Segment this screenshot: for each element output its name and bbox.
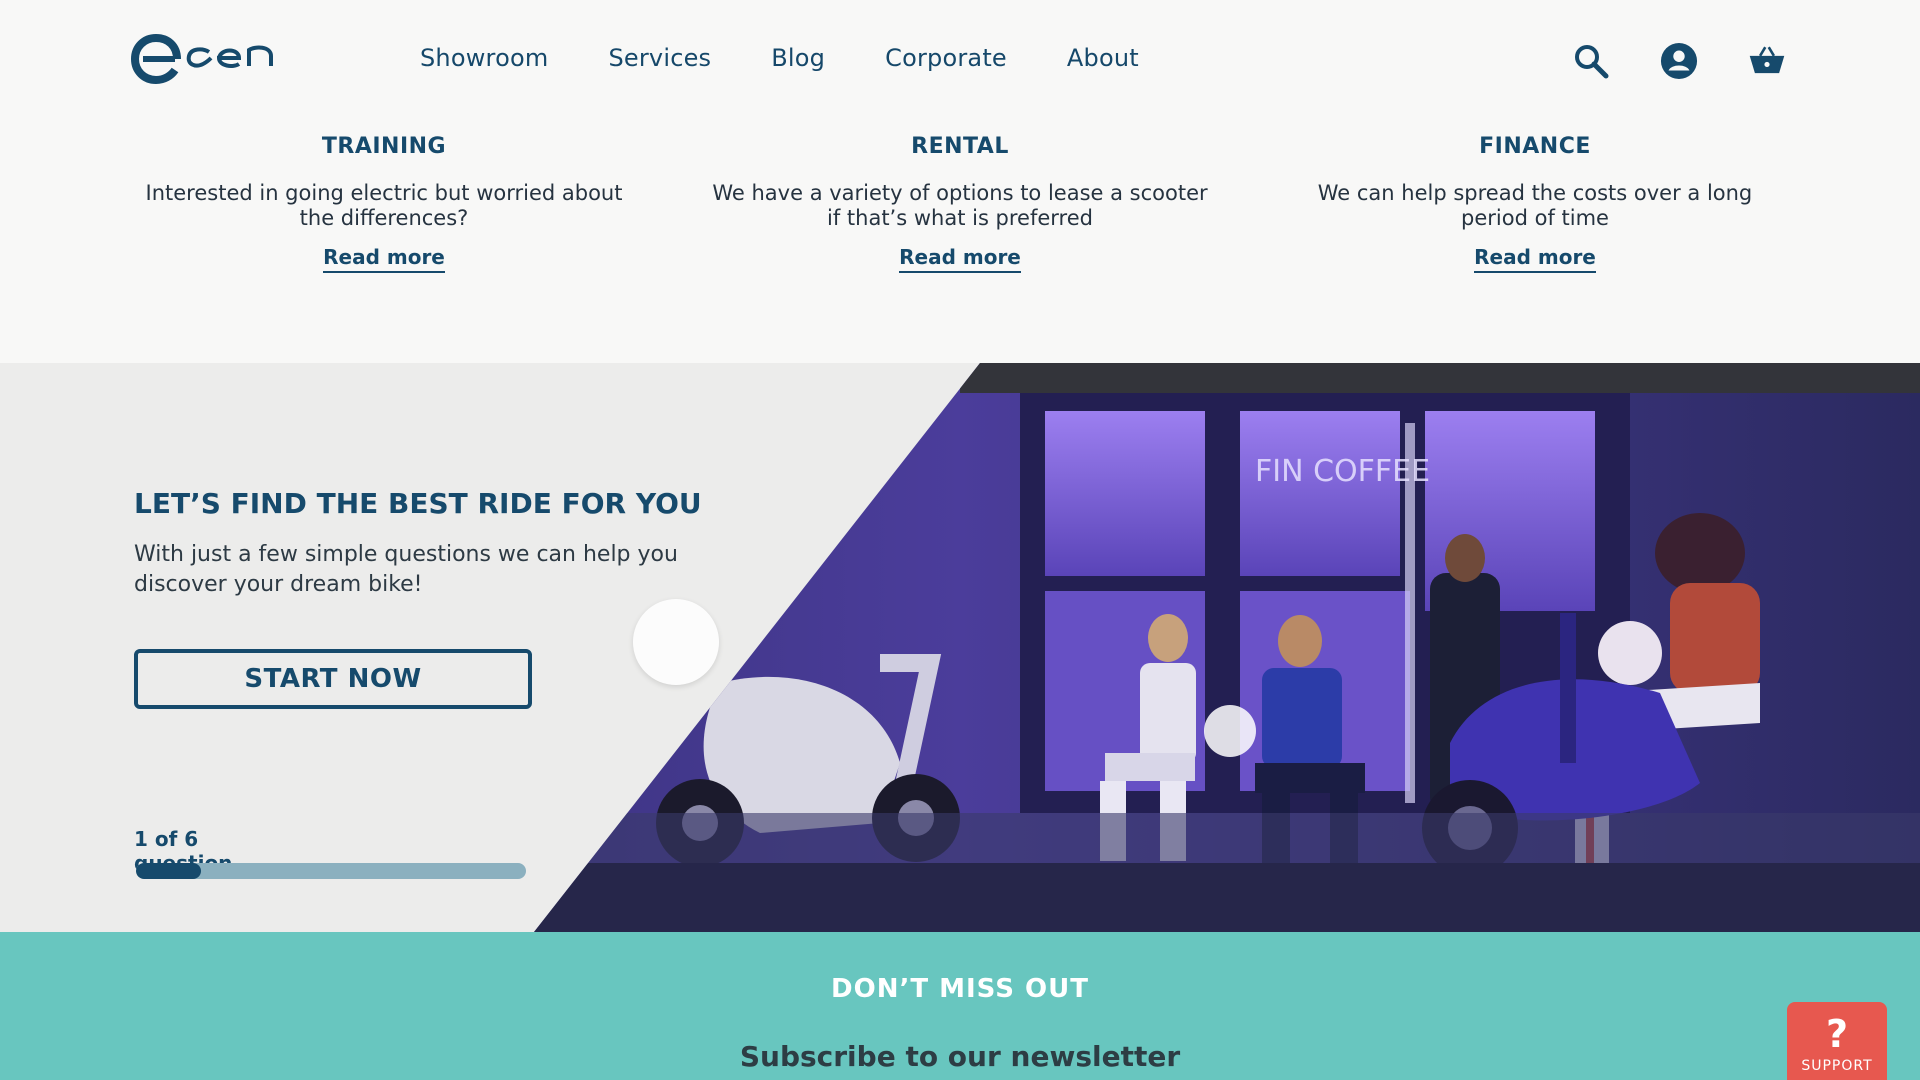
hero-subtitle: With just a few simple questions we can … xyxy=(134,542,678,597)
service-text: We can help spread the costs over a long… xyxy=(1317,181,1753,230)
read-more-link[interactable]: Read more xyxy=(899,245,1021,273)
nav-showroom[interactable]: Showroom xyxy=(420,44,548,72)
nav-about[interactable]: About xyxy=(1067,44,1139,72)
cursor-highlight xyxy=(633,599,719,685)
nav-blog[interactable]: Blog xyxy=(771,44,825,72)
search-icon[interactable] xyxy=(1572,42,1610,80)
main-nav: Showroom Services Blog Corporate About xyxy=(420,44,1199,72)
newsletter-title: DON’T MISS OUT xyxy=(831,974,1089,1004)
nav-services[interactable]: Services xyxy=(608,44,711,72)
account-icon[interactable] xyxy=(1660,42,1698,80)
service-text: Interested in going electric but worried… xyxy=(145,181,623,230)
service-finance: FINANCE We can help spread the costs ove… xyxy=(1285,134,1785,273)
help-icon: ? xyxy=(1825,1012,1849,1056)
support-button[interactable]: ? SUPPORT xyxy=(1787,1002,1887,1080)
hero-title: LET’S FIND THE BEST RIDE FOR YOU xyxy=(134,487,702,520)
newsletter-subtitle: Subscribe to our newsletter xyxy=(739,1040,1181,1073)
service-title: FINANCE xyxy=(1479,134,1591,159)
newsletter-section: DON’T MISS OUT Subscribe to our newslett… xyxy=(0,932,1920,1080)
nav-corporate[interactable]: Corporate xyxy=(885,44,1007,72)
service-text: We have a variety of options to lease a … xyxy=(712,181,1208,230)
ride-finder-hero: FIN COFFEE LET’S FIND THE BEST RIDE FOR … xyxy=(0,363,1920,932)
logo-mark xyxy=(131,34,273,84)
progress-bar xyxy=(136,863,526,879)
service-title: RENTAL xyxy=(911,134,1009,159)
read-more-link[interactable]: Read more xyxy=(323,245,445,273)
service-training: TRAINING Interested in going electric bu… xyxy=(134,134,634,273)
neon-sign-text: FIN COFFEE xyxy=(1255,454,1430,489)
header-icons xyxy=(1572,42,1786,80)
support-label: SUPPORT xyxy=(1801,1058,1873,1074)
basket-icon[interactable] xyxy=(1748,42,1786,80)
service-rental: RENTAL We have a variety of options to l… xyxy=(710,134,1210,273)
progress-fill xyxy=(136,863,201,879)
start-now-button[interactable]: START NOW xyxy=(134,649,532,709)
egen-logo[interactable] xyxy=(131,34,291,84)
read-more-link[interactable]: Read more xyxy=(1474,245,1596,273)
service-title: TRAINING xyxy=(321,134,447,159)
scooter-storefront-photo: FIN COFFEE xyxy=(534,363,1920,932)
